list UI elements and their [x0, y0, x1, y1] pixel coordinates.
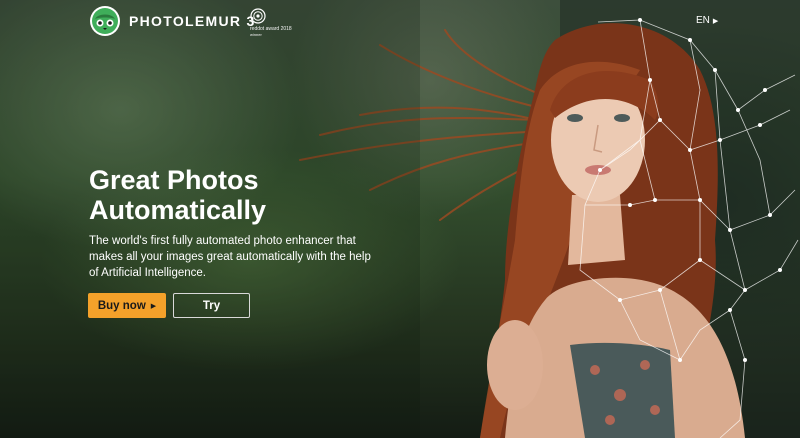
headline-line-1: Great Photos — [89, 165, 259, 195]
headline-line-2: Automatically — [89, 195, 267, 225]
language-label: EN — [696, 15, 710, 26]
reddot-award-badge: reddot award 2018 winner — [250, 8, 310, 37]
buy-now-label: Buy now — [97, 299, 146, 312]
page-title: Great Photos Automatically — [89, 165, 266, 225]
photolemur-logo-icon — [90, 6, 120, 36]
try-label: Try — [202, 299, 221, 312]
buy-now-button[interactable]: Buy now ▶ — [88, 293, 166, 318]
chevron-right-icon: ▶ — [712, 17, 719, 25]
award-subtitle: winner — [250, 32, 262, 37]
language-selector[interactable]: EN ▶ — [696, 15, 718, 26]
chevron-right-icon: ▶ — [150, 302, 157, 310]
brand-name: PHOTOLEMUR 3 — [129, 13, 256, 29]
brand-logo-link[interactable]: PHOTOLEMUR 3 — [89, 5, 256, 37]
reddot-award-icon — [250, 8, 266, 24]
try-button[interactable]: Try — [173, 293, 250, 318]
hero-description: The world's first fully automated photo … — [89, 235, 371, 279]
